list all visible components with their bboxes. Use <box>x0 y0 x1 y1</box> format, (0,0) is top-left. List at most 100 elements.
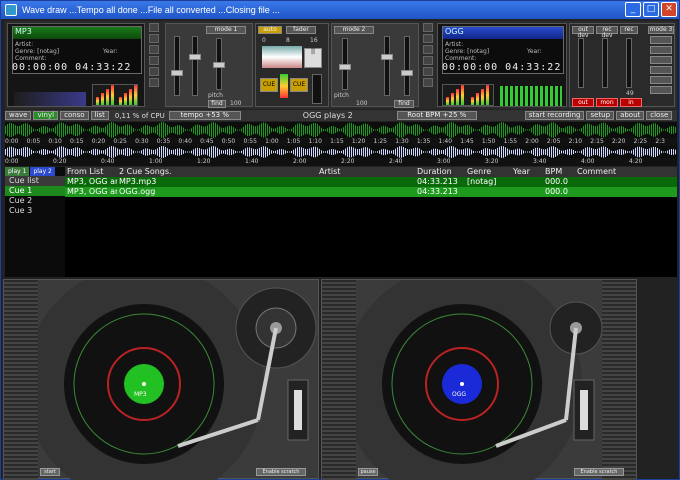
deck2-eq-knob[interactable] <box>381 54 393 60</box>
turntable-1-start-button[interactable]: start <box>40 468 60 476</box>
deck2-volume-knob[interactable] <box>401 70 413 76</box>
deck2-filename: OGG <box>443 27 563 39</box>
turntable-1-scratch-button[interactable]: Enable scratch <box>256 468 306 476</box>
timeline-tick: 4:00 <box>581 158 595 165</box>
header-from-list[interactable]: From List <box>65 167 117 177</box>
wave-tab[interactable]: wave <box>5 111 32 120</box>
deck2-eq-fader[interactable] <box>384 36 390 96</box>
out-fader[interactable] <box>578 38 584 88</box>
deck2-btn-2[interactable] <box>423 34 433 43</box>
cue1-button[interactable]: CUE <box>260 78 278 92</box>
deck1-eq-knob[interactable] <box>189 54 201 60</box>
deck2-side-buttons <box>423 23 435 89</box>
out-button[interactable]: out <box>572 98 594 107</box>
cell-comment <box>575 187 655 197</box>
turntable-1-graphic[interactable]: MP3 <box>38 280 320 480</box>
list-tab[interactable]: list <box>90 111 109 120</box>
rec-dev-button[interactable]: rec dev <box>596 26 618 39</box>
deck1-volume-knob[interactable] <box>171 70 183 76</box>
waveform-2[interactable] <box>5 146 677 158</box>
radio-16[interactable]: 16 <box>310 37 318 44</box>
close-button[interactable]: close <box>646 111 673 120</box>
right-btn-3[interactable] <box>650 56 672 64</box>
rec-button[interactable]: rec <box>620 26 638 34</box>
deck1-volume-fader[interactable] <box>174 36 180 96</box>
deck2-mode-button[interactable]: mode 2 <box>334 26 374 34</box>
fader-button[interactable]: fader <box>286 26 316 34</box>
deck2-find-button[interactable]: find <box>394 100 414 108</box>
window-title: Wave draw ...Tempo all done ...File all … <box>22 5 280 15</box>
timeline-tick: 2:40 <box>389 158 403 165</box>
right-btn-1[interactable] <box>650 36 672 44</box>
deck2-volume-fader[interactable] <box>404 36 410 96</box>
header-genre[interactable]: Genre <box>465 167 511 177</box>
table-row[interactable]: MP3, OGG ar MP3.mp3 04:33.213 [notag] 00… <box>65 177 677 187</box>
minimize-button[interactable]: _ <box>625 2 641 17</box>
crossfader-meter <box>280 74 288 98</box>
deck1-find-button[interactable]: find <box>208 100 226 108</box>
header-cue-songs[interactable]: 2 Cue Songs. <box>117 167 317 177</box>
mon-button[interactable]: mon <box>596 98 618 107</box>
deck2-btn-6[interactable] <box>423 78 433 87</box>
tempo-display[interactable]: tempo +53 % <box>168 111 241 120</box>
mixer-pause-button[interactable]: || <box>304 48 322 68</box>
setup-button[interactable]: setup <box>586 111 615 120</box>
conso-tab[interactable]: conso <box>60 111 89 120</box>
maximize-button[interactable]: □ <box>643 2 659 17</box>
root-bpm-display[interactable]: Root BPM +25 % <box>396 111 477 120</box>
radio-8[interactable]: 8 <box>286 37 290 44</box>
vinyl-tab[interactable]: vinyl <box>33 111 59 120</box>
radio-0[interactable]: 0 <box>262 37 266 44</box>
deck1-btn-2[interactable] <box>149 34 159 43</box>
waveform-1[interactable] <box>5 122 677 138</box>
deck2-comment: Comment: <box>445 55 477 62</box>
play1-tab[interactable]: play 1 <box>5 167 30 176</box>
timeline-tick: 1:50 <box>481 138 496 145</box>
master-fader[interactable] <box>312 74 322 104</box>
cue-list-item[interactable]: Cue list <box>5 176 65 186</box>
turntable-2-pause-button[interactable]: pause <box>358 468 378 476</box>
header-artist[interactable]: Artist <box>317 167 415 177</box>
header-comment[interactable]: Comment <box>575 167 655 177</box>
out-dev-button[interactable]: out dev <box>572 26 594 39</box>
right-btn-2[interactable] <box>650 46 672 54</box>
close-window-button[interactable]: ✕ <box>661 2 677 17</box>
turntable-2-scratch-button[interactable]: Enable scratch <box>574 468 624 476</box>
in-fader[interactable] <box>626 38 632 88</box>
deck2-btn-5[interactable] <box>423 67 433 76</box>
turntable-2-graphic[interactable]: OGG <box>356 280 604 480</box>
app-window: Wave draw ...Tempo all done ...File all … <box>0 0 680 480</box>
deck2-btn-4[interactable] <box>423 56 433 65</box>
cue-1-item[interactable]: Cue 1 <box>5 186 65 196</box>
in-button[interactable]: in <box>620 98 642 107</box>
deck1-btn-6[interactable] <box>149 78 159 87</box>
deck1-eq-fader[interactable] <box>192 36 198 96</box>
cell-genre <box>465 187 511 197</box>
deck1-mode-button[interactable]: mode 1 <box>206 26 246 34</box>
deck1-btn-4[interactable] <box>149 56 159 65</box>
right-btn-6[interactable] <box>650 86 672 94</box>
deck2-btn-3[interactable] <box>423 45 433 54</box>
about-button[interactable]: about <box>616 111 645 120</box>
deck1-btn-5[interactable] <box>149 67 159 76</box>
cue2-button[interactable]: CUE <box>290 78 308 92</box>
header-year[interactable]: Year <box>511 167 543 177</box>
deck1-btn-3[interactable] <box>149 45 159 54</box>
auto-button[interactable]: auto <box>258 26 282 34</box>
header-duration[interactable]: Duration <box>415 167 465 177</box>
deck1-pitch-knob[interactable] <box>213 62 225 68</box>
deck2-btn-1[interactable] <box>423 23 433 32</box>
deck1-btn-1[interactable] <box>149 23 159 32</box>
cue-3-item[interactable]: Cue 3 <box>5 206 65 216</box>
table-row[interactable]: MP3, OGG ar OGG.ogg 04:33.213 000.0 <box>65 187 677 197</box>
timeline-tick: 1:45 <box>460 138 474 145</box>
right-btn-4[interactable] <box>650 66 672 74</box>
header-bpm[interactable]: BPM <box>543 167 575 177</box>
mode3-button[interactable]: mode 3 <box>648 26 674 34</box>
start-recording-button[interactable]: start recording <box>524 111 585 120</box>
right-btn-5[interactable] <box>650 76 672 84</box>
play2-tab[interactable]: play 2 <box>30 167 55 176</box>
mon-fader[interactable] <box>602 38 608 88</box>
cue-2-item[interactable]: Cue 2 <box>5 196 65 206</box>
deck2-pitch-knob[interactable] <box>339 64 351 70</box>
